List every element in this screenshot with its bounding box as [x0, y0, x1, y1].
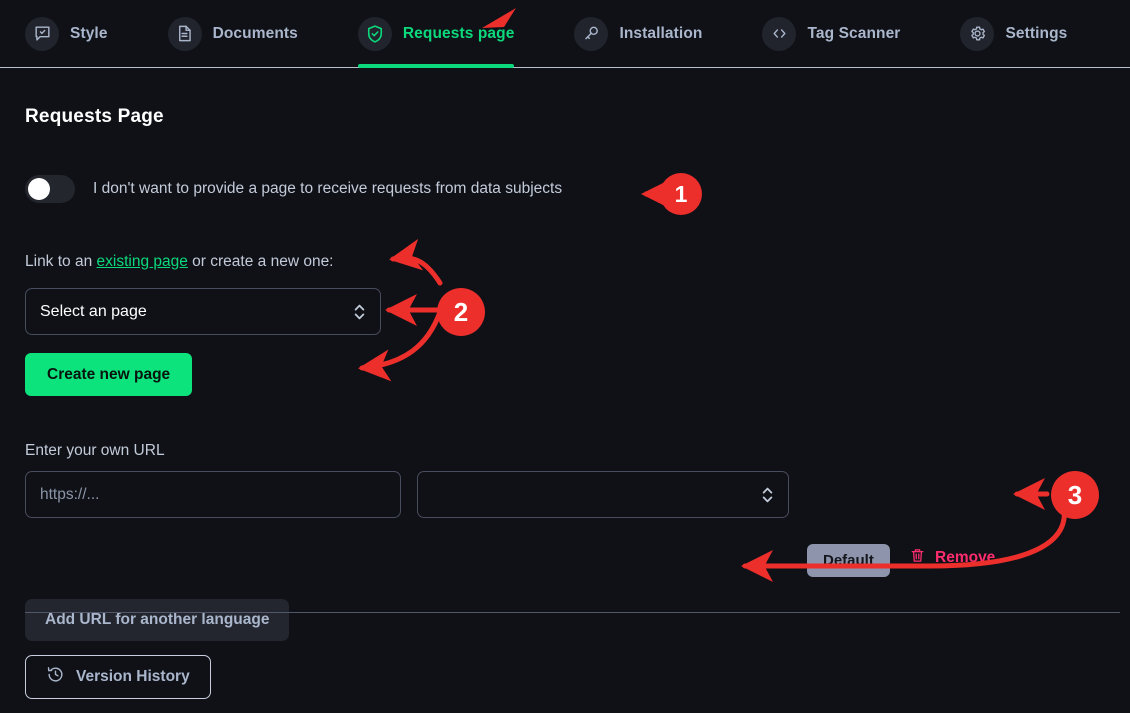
page-title: Requests Page [25, 106, 164, 127]
opt-out-toggle[interactable] [25, 175, 75, 203]
tab-active-underline [357, 64, 515, 68]
annotation-marker-2: 2 [437, 288, 485, 336]
annotation-marker-1-number: 1 [674, 180, 688, 207]
speech-bubble-check-icon [25, 16, 59, 51]
app-root: Style Documents Requests page Installati… [0, 0, 1130, 713]
add-url-language-button[interactable]: Add URL for another language [25, 599, 290, 641]
language-select[interactable] [417, 471, 789, 518]
annotation-marker-1: 1 [660, 173, 702, 215]
default-button[interactable]: Default [807, 544, 890, 577]
tab-installation-label: Installation [619, 24, 703, 42]
tab-tag-scanner[interactable]: Tag Scanner [762, 0, 922, 67]
own-url-label: Enter your own URL [25, 442, 165, 459]
tab-installation[interactable]: Installation [574, 0, 724, 67]
section-divider [25, 612, 1120, 613]
code-brackets-icon [762, 16, 797, 51]
shield-check-icon [357, 16, 392, 51]
main-tab-bar: Style Documents Requests page Installati… [0, 0, 1130, 68]
annotation-marker-2-number: 2 [453, 296, 469, 327]
page-select[interactable]: Select an page [25, 288, 381, 335]
version-history-label: Version History [76, 668, 190, 685]
annotation-2-arrow-a [389, 238, 443, 286]
annotation-marker-3: 3 [1051, 471, 1099, 519]
key-icon [574, 16, 609, 51]
tab-style-label: Style [70, 24, 108, 42]
create-new-page-button[interactable]: Create new page [25, 353, 193, 396]
document-icon [167, 16, 202, 51]
remove-label: Remove [935, 549, 996, 566]
opt-out-label: I don't want to provide a page to receiv… [93, 180, 563, 197]
existing-page-link[interactable]: existing page [97, 253, 188, 270]
tab-requests-page[interactable]: Requests page [357, 0, 537, 68]
chevron-updown-icon [353, 301, 366, 323]
link-text-before: Link to an [25, 253, 97, 270]
tab-style[interactable]: Style [25, 0, 130, 67]
chevron-updown-icon [761, 484, 774, 506]
trash-icon [909, 546, 926, 570]
url-input[interactable] [25, 471, 401, 518]
remove-url-button[interactable]: Remove [909, 546, 995, 570]
link-text-after: or create a new one: [187, 253, 334, 270]
tab-settings[interactable]: Settings [960, 0, 1089, 67]
gear-icon [960, 16, 995, 51]
page-select-value: Select an page [40, 302, 147, 320]
annotation-3-arrow-b [740, 497, 1067, 582]
tab-documents[interactable]: Documents [167, 0, 320, 67]
toggle-knob [28, 178, 50, 200]
link-to-page-text: Link to an existing page or create a new… [25, 253, 334, 271]
version-history-button[interactable]: Version History [25, 655, 211, 699]
tab-settings-label: Settings [1005, 24, 1068, 42]
tab-tag-scanner-label: Tag Scanner [807, 24, 901, 42]
opt-out-row: I don't want to provide a page to receiv… [25, 175, 562, 203]
history-clock-icon [46, 665, 65, 689]
tab-documents-label: Documents [212, 24, 298, 42]
annotation-marker-3-number: 3 [1067, 479, 1083, 510]
tab-requests-page-label: Requests page [402, 24, 515, 42]
